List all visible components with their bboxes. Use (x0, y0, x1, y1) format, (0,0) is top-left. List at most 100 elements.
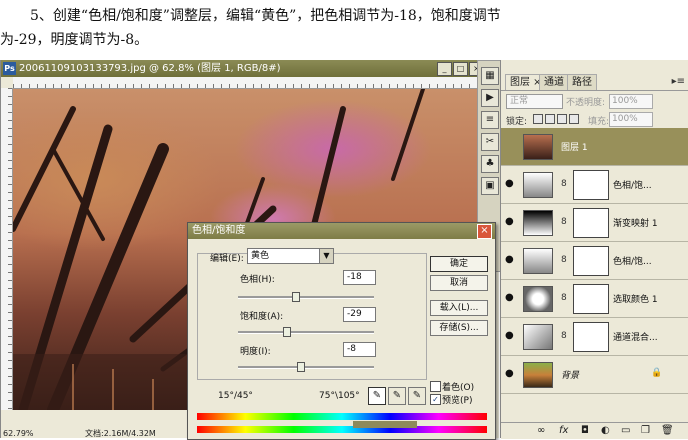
layer-row[interactable]: ● 8 选取颜色 1 (501, 280, 688, 318)
lightness-slider[interactable] (238, 362, 374, 372)
lock-label: 锁定: (506, 117, 528, 127)
eye-icon[interactable]: ● (505, 254, 514, 265)
tab-channels[interactable]: 通道 (539, 74, 569, 90)
layer-row[interactable]: ● 8 通道混合... (501, 318, 688, 356)
dialog-title: 色相/饱和度 (192, 225, 246, 236)
layer-row[interactable]: ● 8 色相/饱... (501, 242, 688, 280)
edit-select[interactable]: 黄色 ▼ (247, 248, 334, 264)
panel-menu-icon[interactable]: ▸≡ (672, 76, 685, 87)
opacity-field[interactable]: 100% (609, 94, 653, 109)
layer-name: 色相/饱... (613, 257, 652, 267)
eye-icon[interactable]: ● (505, 216, 514, 227)
hue-slider-thumb[interactable] (292, 292, 301, 302)
layer-thumbnail (523, 362, 553, 388)
eye-icon[interactable]: ● (505, 178, 514, 189)
hue-label: 色相(H): (240, 275, 275, 285)
layer-row[interactable]: 图层 1 (501, 128, 688, 166)
lock-move-icon[interactable] (557, 114, 567, 124)
layer-mask (573, 170, 609, 200)
chevron-down-icon[interactable]: ▼ (319, 249, 333, 263)
instruction-line-1: 5、创建“色相/饱和度”调整层，编辑“黄色”，把色相调节为-18，饱和度调节 (30, 8, 501, 24)
dialog-title-bar[interactable]: 色相/饱和度 × (188, 223, 495, 239)
fill-field[interactable]: 100% (609, 112, 653, 127)
new-layer-icon[interactable]: ❐ (641, 425, 650, 436)
info-icon[interactable]: ▣ (481, 177, 499, 195)
color-range-marker[interactable] (353, 421, 417, 428)
adjustment-thumbnail-icon (523, 248, 553, 274)
horizontal-ruler (13, 77, 483, 89)
chain-icon: 8 (561, 331, 567, 341)
adjustment-icon[interactable]: ◐ (601, 425, 610, 436)
adjustment-thumbnail-icon (523, 286, 553, 312)
save-button[interactable]: 存储(S)... (430, 320, 488, 336)
blend-mode-select[interactable]: 正常 (506, 94, 563, 109)
preview-checkbox[interactable]: ✓ (430, 394, 441, 405)
eyedropper-subtract-icon[interactable]: ✎ (408, 387, 426, 405)
adjustment-thumbnail-icon (523, 172, 553, 198)
input-color-bar (197, 413, 487, 420)
trash-icon[interactable]: 🗑 (661, 425, 674, 436)
saturation-slider[interactable] (238, 327, 374, 337)
mask-icon[interactable]: ◘ (581, 425, 589, 436)
eye-icon[interactable]: ● (505, 330, 514, 341)
lock-transparent-icon[interactable] (533, 114, 543, 124)
opacity-label: 不透明度: (566, 98, 606, 108)
colorize-checkbox[interactable] (430, 381, 441, 392)
fx-icon[interactable]: fx (559, 425, 568, 436)
link-icon[interactable]: ∞ (537, 425, 545, 436)
lightness-field[interactable]: -8 (343, 342, 376, 357)
layer-name: 选取颜色 1 (613, 295, 658, 305)
close-icon[interactable]: × (477, 224, 492, 239)
instruction-text: 5、创建“色相/饱和度”调整层，编辑“黄色”，把色相调节为-18，饱和度调节 为… (0, 0, 688, 58)
hue-field[interactable]: -18 (343, 270, 376, 285)
hue-saturation-dialog: 色相/饱和度 × 编辑(E): 黄色 ▼ 色相(H): -18 饱和度(A): … (187, 222, 496, 440)
load-button[interactable]: 载入(L)... (430, 300, 488, 316)
cancel-button[interactable]: 取消 (430, 275, 488, 291)
saturation-field[interactable]: -29 (343, 307, 376, 322)
output-color-bar (197, 426, 487, 433)
ok-button[interactable]: 确定 (430, 256, 488, 272)
eyedropper-icon[interactable]: ✎ (368, 387, 386, 405)
saturation-slider-thumb[interactable] (282, 327, 291, 337)
chain-icon: 8 (561, 255, 567, 265)
photoshop-icon: Ps (3, 62, 16, 75)
eye-icon[interactable]: ● (505, 368, 514, 379)
layer-row[interactable]: ● 8 渐变映射 1 (501, 204, 688, 242)
saturation-label: 饱和度(A): (240, 312, 284, 322)
hue-slider[interactable] (238, 292, 374, 302)
colorize-label: 着色(O) (442, 383, 475, 393)
eye-icon[interactable]: ● (505, 292, 514, 303)
vertical-ruler (1, 88, 13, 410)
clone-source-icon[interactable]: ♣ (481, 155, 499, 173)
document-title-bar[interactable]: Ps 20061109103133793.jpg @ 62.8% (图层 1, … (1, 60, 497, 77)
layer-mask (573, 246, 609, 276)
brushes-icon[interactable]: ≡ (481, 111, 499, 129)
panel-tabs: 图层 × 通道 路径 ▸≡ (501, 74, 688, 91)
lightness-slider-thumb[interactable] (296, 362, 305, 372)
layers-panel-footer: ∞ fx ◘ ◐ ▭ ❐ 🗑 (501, 422, 688, 439)
maximize-icon[interactable]: □ (453, 62, 468, 76)
minimize-icon[interactable]: _ (437, 62, 452, 76)
chain-icon: 8 (561, 217, 567, 227)
document-title: 20061109103133793.jpg @ 62.8% (图层 1, RGB… (19, 63, 281, 74)
range-right-value: 75°\105° (319, 391, 360, 401)
chain-icon: 8 (561, 293, 567, 303)
adjustment-thumbnail-icon (523, 324, 553, 350)
lock-icon: 🔒 (651, 368, 663, 378)
chain-icon: 8 (561, 179, 567, 189)
tab-paths[interactable]: 路径 (567, 74, 597, 90)
eyedropper-add-icon[interactable]: ✎ (388, 387, 406, 405)
layer-name: 渐变映射 1 (613, 219, 658, 229)
lock-paint-icon[interactable] (545, 114, 555, 124)
layer-row[interactable]: ● 背景 🔒 (501, 356, 688, 394)
layer-row[interactable]: ● 8 色相/饱... (501, 166, 688, 204)
layer-mask (573, 284, 609, 314)
actions-icon[interactable]: ▶ (481, 89, 499, 107)
layer-name: 背景 (561, 371, 580, 381)
folder-icon[interactable]: ▭ (621, 425, 630, 436)
zoom-level[interactable]: 62.79% (3, 429, 34, 438)
tool-presets-icon[interactable]: ✂ (481, 133, 499, 151)
lock-all-icon[interactable] (569, 114, 579, 124)
history-icon[interactable]: ▦ (481, 67, 499, 85)
lightness-label: 明度(I): (240, 347, 271, 357)
